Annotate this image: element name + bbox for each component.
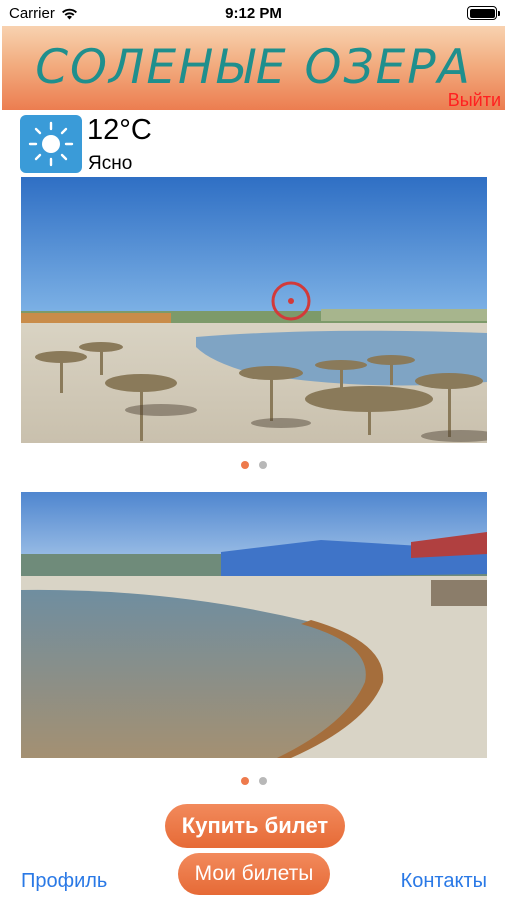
page-dot[interactable] <box>240 461 249 469</box>
page-dot[interactable] <box>240 777 249 785</box>
logout-button[interactable]: Выйти <box>448 90 501 111</box>
beach-photo-2[interactable] <box>21 492 487 758</box>
carousel-1-indicator[interactable] <box>0 461 507 469</box>
weather-condition: Ясно <box>88 153 133 174</box>
battery-icon <box>467 6 500 20</box>
page-dot[interactable] <box>258 777 267 785</box>
carousel-2-indicator[interactable] <box>0 777 507 785</box>
sun-icon <box>20 115 82 173</box>
my-tickets-button[interactable]: Мои билеты <box>178 853 330 895</box>
app-title: СОЛЕНЫЕ ОЗЕРА <box>35 40 472 95</box>
buy-ticket-button[interactable]: Купить билет <box>165 804 345 848</box>
contacts-link[interactable]: Контакты <box>401 870 487 893</box>
profile-link[interactable]: Профиль <box>21 870 107 893</box>
beach-photo-1[interactable] <box>21 177 487 443</box>
temperature: 12°C <box>87 114 152 146</box>
clock: 9:12 PM <box>225 5 282 22</box>
status-bar: Carrier 9:12 PM <box>0 0 507 28</box>
page-dot[interactable] <box>258 461 267 469</box>
header-banner: СОЛЕНЫЕ ОЗЕРА Выйти <box>2 26 505 110</box>
